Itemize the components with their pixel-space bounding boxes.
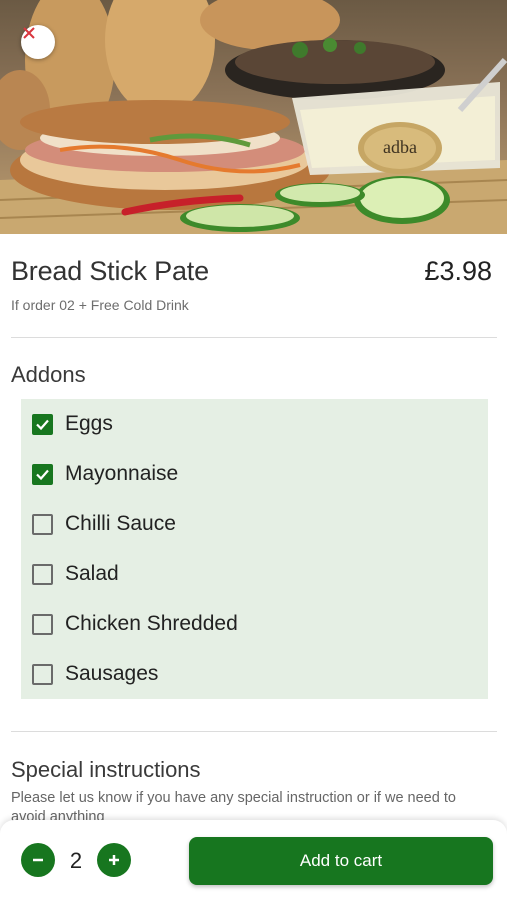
plus-icon [109,855,119,865]
product-title: Bread Stick Pate [11,256,209,286]
decrease-quantity-button[interactable] [21,843,55,877]
logo-text: adba [383,137,417,157]
addons-list: Eggs Mayonnaise Chilli Sauce Salad Chick… [21,399,488,699]
addon-item-mayonnaise[interactable]: Mayonnaise [32,456,178,492]
check-icon [36,469,49,480]
divider [11,731,497,732]
checkbox-unchecked[interactable] [32,513,53,535]
product-subtitle: If order 02 + Free Cold Drink [11,297,189,313]
close-button[interactable] [21,25,55,59]
addon-item-chilli-sauce[interactable]: Chilli Sauce [32,506,176,542]
minus-icon [33,858,43,862]
product-image: adba [0,0,507,234]
checkbox-checked[interactable] [32,463,53,485]
checkbox-unchecked[interactable] [32,563,53,585]
product-price: £3.98 [424,256,492,286]
addon-label: Eggs [65,412,113,435]
quantity-value: 2 [69,848,83,873]
addon-item-eggs[interactable]: Eggs [32,406,113,442]
addon-item-chicken-shredded[interactable]: Chicken Shredded [32,606,238,642]
instructions-title: Special instructions [11,757,201,782]
addon-label: Mayonnaise [65,462,179,485]
addon-item-sausages[interactable]: Sausages [32,656,158,692]
addon-label: Salad [65,562,119,585]
checkbox-unchecked[interactable] [32,613,53,635]
increase-quantity-button[interactable] [97,843,131,877]
close-icon [23,27,35,39]
divider [11,337,497,338]
addon-label: Sausages [65,662,159,685]
checkbox-checked[interactable] [32,413,53,435]
addon-label: Chicken Shredded [65,612,238,635]
add-to-cart-button[interactable]: Add to cart [189,837,493,885]
checkbox-unchecked[interactable] [32,663,53,685]
check-icon [36,419,49,430]
addons-title: Addons [11,362,86,387]
product-photo: adba [0,0,507,234]
addon-item-salad[interactable]: Salad [32,556,119,592]
addon-label: Chilli Sauce [65,512,176,535]
